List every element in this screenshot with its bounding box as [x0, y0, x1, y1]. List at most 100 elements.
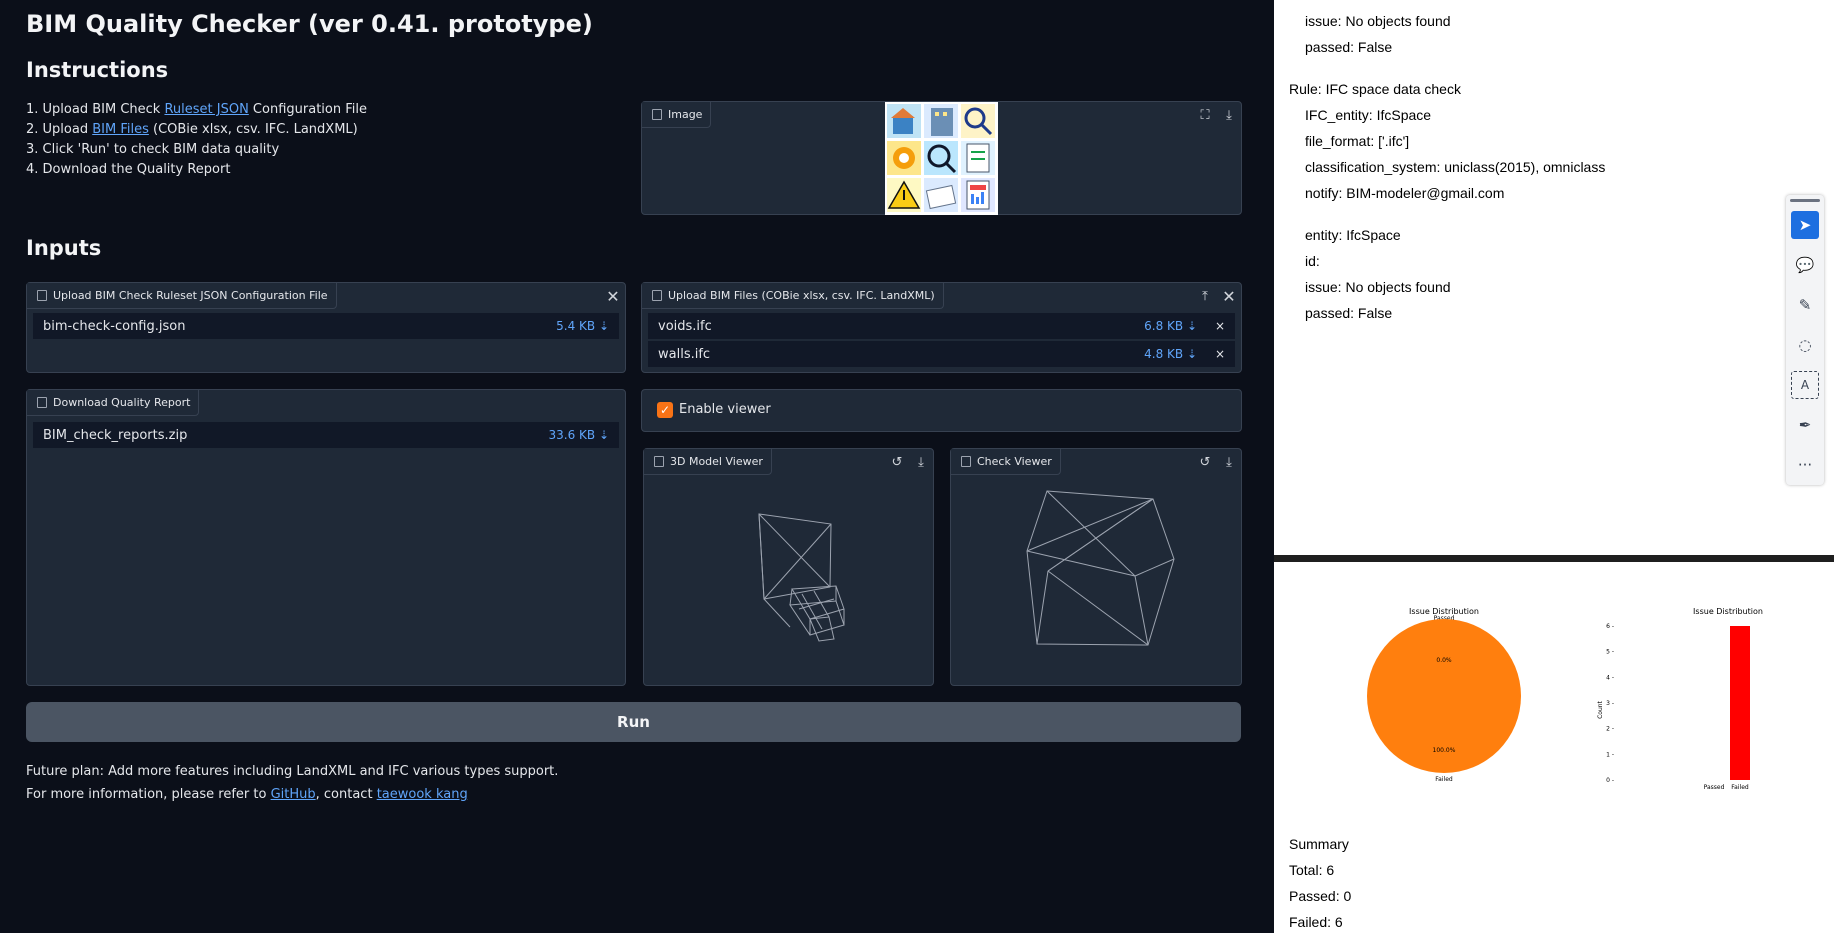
bar-xtick-passed: Passed	[1704, 784, 1725, 791]
summary-heading: Summary	[1289, 836, 1349, 852]
bim-files-upload[interactable]: Upload BIM Files (COBie xlsx, csv. IFC. …	[641, 282, 1242, 373]
annotation-toolbar: ➤ 💬 ✎ ◌ A ✒ ···	[1786, 195, 1824, 485]
report-line: passed: False	[1305, 39, 1393, 55]
highlighter-icon[interactable]: ✒	[1791, 411, 1819, 439]
report-line: entity: IfcSpace	[1305, 227, 1401, 243]
remove-file-icon[interactable]: ×	[1197, 347, 1225, 361]
file-size: 4.8 KB	[1144, 347, 1184, 361]
remove-file-icon[interactable]: ×	[1197, 319, 1225, 333]
enable-viewer-label: Enable viewer	[679, 402, 771, 417]
image-block: Image ⛶ ⤓	[641, 101, 1242, 215]
inputs-heading: Inputs	[26, 236, 102, 260]
file-size-download[interactable]: 6.8 KB ⇣	[1144, 319, 1197, 333]
bar-ytick-label: 3 -	[1606, 700, 1614, 707]
summary-failed: Failed: 6	[1289, 914, 1343, 930]
report-line: notify: BIM-modeler@gmail.com	[1305, 185, 1505, 201]
github-link[interactable]: GitHub	[271, 787, 316, 802]
summary-passed: Passed: 0	[1289, 888, 1352, 904]
page-title: BIM Quality Checker (ver 0.41. prototype…	[26, 10, 593, 38]
download-icon[interactable]: ⤓	[1219, 106, 1239, 124]
fullscreen-icon[interactable]: ⛶	[1195, 106, 1215, 124]
pie-chart: Issue Distribution Passed 0.0% 100.0% Fa…	[1367, 607, 1521, 783]
cursor-icon[interactable]: ➤	[1791, 211, 1819, 239]
bar-ytick-label: 2 -	[1606, 726, 1614, 733]
bar-bars	[1730, 626, 1750, 780]
file-icon	[37, 397, 47, 408]
report-text-panel: issue: No objects found passed: False Ru…	[1274, 0, 1834, 555]
bim-upload-label: Upload BIM Files (COBie xlsx, csv. IFC. …	[642, 283, 944, 309]
bar-chart: Issue Distribution Count 0 - 1 - 2 - 3 - 4 -…	[1597, 607, 1763, 791]
contact-link[interactable]: taewook kang	[377, 787, 468, 802]
bar-ytick-label: 0 -	[1606, 777, 1614, 784]
bar-ytick-label: 1 -	[1606, 751, 1614, 758]
file-size-download[interactable]: 33.6 KB ⇣	[548, 428, 609, 442]
file-size-download[interactable]: 5.4 KB ⇣	[556, 319, 609, 333]
lasso-icon[interactable]: ◌	[1791, 331, 1819, 359]
toolbar-handle[interactable]	[1790, 199, 1820, 202]
more-icon[interactable]: ···	[1791, 451, 1819, 479]
comment-icon[interactable]: 💬	[1791, 251, 1819, 279]
ruleset-upload-label-text: Upload BIM Check Ruleset JSON Configurat…	[53, 289, 328, 302]
illustration-svg	[887, 104, 995, 212]
pen-icon[interactable]: ✎	[1791, 291, 1819, 319]
bim-illustration	[885, 102, 998, 215]
wireframe-lines	[758, 513, 845, 642]
step1-text: 1. Upload BIM Check	[26, 102, 165, 117]
bar-ylabel: Count	[1597, 700, 1604, 718]
check-viewer[interactable]: Check Viewer ↺ ⤓	[950, 448, 1242, 686]
bim-files-link[interactable]: BIM Files	[92, 122, 149, 137]
instructions-heading: Instructions	[26, 58, 169, 82]
model-viewer[interactable]: 3D Model Viewer ↺ ⤓	[643, 448, 934, 686]
image-icon	[652, 109, 662, 120]
report-line: IFC_entity: IfcSpace	[1305, 107, 1432, 123]
footer: Future plan: Add more features including…	[26, 760, 558, 806]
file-icon	[37, 290, 47, 301]
report-line: id:	[1305, 253, 1320, 269]
panel-divider[interactable]	[1274, 555, 1834, 562]
wall-model-wireframe	[758, 513, 845, 642]
clear-icon[interactable]: ✕	[1219, 287, 1239, 306]
more-info-text: For more information, please refer to Gi…	[26, 783, 558, 806]
pie-percent-failed: 100.0%	[1433, 747, 1456, 754]
pie-category-label-failed: Failed	[1435, 776, 1453, 783]
file-size: 6.8 KB	[1144, 319, 1184, 333]
quality-report-download: Download Quality Report BIM_check_report…	[26, 389, 626, 686]
wireframe-lines	[1026, 490, 1175, 646]
image-label-text: Image	[668, 108, 703, 121]
file-size: 5.4 KB	[556, 319, 596, 333]
bar-ytick-label: 4 -	[1606, 674, 1614, 681]
report-line: passed: False	[1305, 305, 1393, 321]
more-info-mid: , contact	[315, 787, 377, 802]
instruction-step-3: 3. Click 'Run' to check BIM data quality	[26, 142, 280, 157]
file-row: walls.ifc 4.8 KB ⇣ ×	[648, 341, 1235, 367]
run-button[interactable]: Run	[26, 702, 1241, 742]
step2-suffix: (COBie xlsx, csv. IFC. LandXML)	[148, 122, 358, 137]
file-icon	[652, 290, 662, 301]
file-name: bim-check-config.json	[43, 318, 186, 334]
clear-icon[interactable]: ✕	[603, 287, 623, 306]
future-plan-text: Future plan: Add more features including…	[26, 764, 559, 779]
check-model-wireframe	[1026, 490, 1175, 646]
upload-icon[interactable]: ⤒	[1195, 287, 1215, 305]
report-chart-panel: Issue Distribution Passed 0.0% 100.0% Fa…	[1274, 562, 1834, 933]
image-label: Image	[642, 102, 712, 128]
file-size: 33.6 KB	[548, 428, 596, 442]
summary-total: Total: 6	[1289, 862, 1335, 878]
bim-upload-label-text: Upload BIM Files (COBie xlsx, csv. IFC. …	[668, 289, 935, 302]
file-name: BIM_check_reports.zip	[43, 427, 188, 443]
enable-viewer-checkbox[interactable]: ✓	[657, 402, 673, 418]
more-info-prefix: For more information, please refer to	[26, 787, 271, 802]
file-size-download[interactable]: 4.8 KB ⇣	[1144, 347, 1197, 361]
bar-ytick-label: 5 -	[1606, 649, 1614, 656]
instruction-step-4: 4. Download the Quality Report	[26, 162, 231, 177]
ruleset-upload-label: Upload BIM Check Ruleset JSON Configurat…	[27, 283, 337, 309]
ruleset-json-link[interactable]: Ruleset JSON	[164, 102, 248, 117]
bar-failed	[1730, 626, 1750, 780]
report-line: issue: No objects found	[1305, 279, 1451, 295]
ruleset-upload[interactable]: Upload BIM Check Ruleset JSON Configurat…	[26, 282, 626, 373]
step2-text: 2. Upload	[26, 122, 93, 137]
file-row: bim-check-config.json 5.4 KB ⇣	[33, 313, 619, 339]
text-box-icon[interactable]: A	[1791, 371, 1819, 399]
report-line: issue: No objects found	[1305, 13, 1451, 29]
bar-title: Issue Distribution	[1693, 607, 1763, 616]
